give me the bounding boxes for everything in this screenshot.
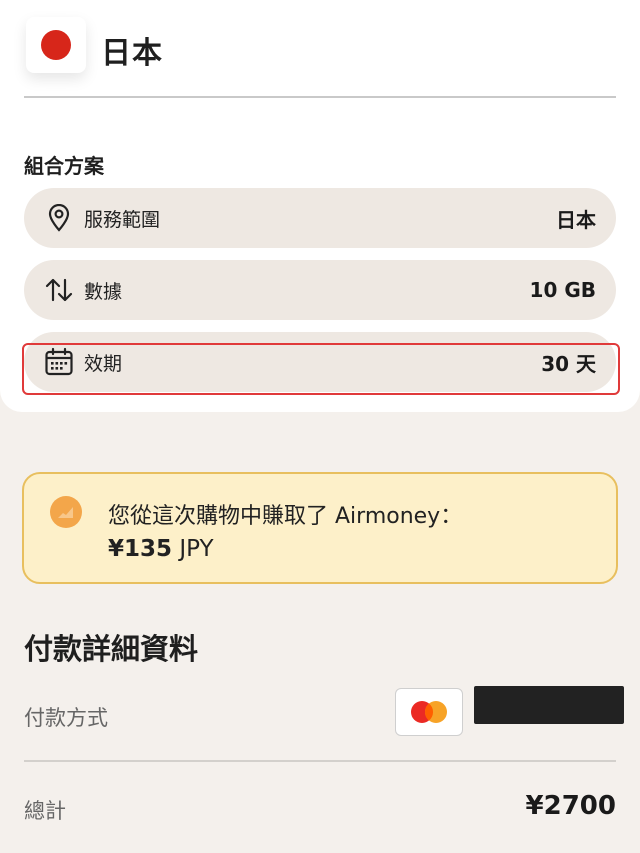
up-down-arrows-icon bbox=[44, 275, 74, 305]
plan-row-value: 10 GB bbox=[529, 278, 596, 302]
reward-text: 您從這次購物中賺取了 Airmoney： bbox=[108, 504, 463, 529]
plan-row-value: 日本 bbox=[556, 207, 596, 232]
coin-icon bbox=[50, 496, 82, 528]
total-label: 總計 bbox=[24, 799, 66, 823]
calendar-icon bbox=[44, 347, 74, 377]
location-pin-icon bbox=[44, 203, 74, 233]
plan-card: 日本 組合方案 服務範圍 日本 數據 10 GB 效期 30 天 bbox=[0, 0, 640, 412]
plan-row-label: 數據 bbox=[84, 280, 123, 303]
payment-method-label: 付款方式 bbox=[24, 706, 108, 730]
mastercard-icon[interactable] bbox=[395, 688, 463, 736]
plan-row-label: 服務範圍 bbox=[84, 208, 161, 231]
plan-row-label: 效期 bbox=[84, 352, 123, 375]
page-title: 日本 bbox=[101, 36, 163, 71]
divider bbox=[24, 760, 616, 762]
plan-row-value: 30 天 bbox=[541, 351, 596, 376]
plan-row-validity: 效期 30 天 bbox=[24, 332, 616, 392]
flag-icon bbox=[26, 17, 86, 73]
reward-amount: ¥135 JPY bbox=[108, 536, 214, 562]
divider bbox=[24, 96, 616, 98]
total-value: ¥2700 bbox=[525, 791, 616, 821]
payment-section-title: 付款詳細資料 bbox=[24, 632, 199, 666]
masked-card-number bbox=[474, 686, 624, 724]
reward-currency: JPY bbox=[172, 536, 214, 562]
reward-amount-value: ¥135 bbox=[108, 536, 173, 562]
plan-row-data: 數據 10 GB bbox=[24, 260, 616, 320]
section-title: 組合方案 bbox=[24, 154, 104, 178]
airmoney-reward-banner: 您從這次購物中賺取了 Airmoney： ¥135 JPY bbox=[22, 472, 618, 584]
japan-flag-dot bbox=[41, 30, 71, 60]
plan-row-coverage: 服務範圍 日本 bbox=[24, 188, 616, 248]
